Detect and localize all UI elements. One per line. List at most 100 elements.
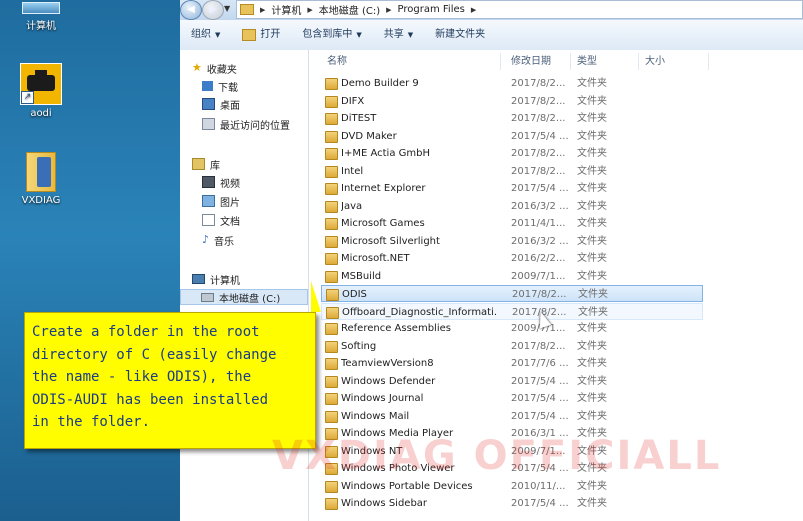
nav-downloads[interactable]: 下载: [202, 78, 238, 94]
recent-places-icon: [202, 118, 215, 130]
column-header-name[interactable]: 名称: [321, 53, 501, 70]
file-date: 2017/8/2...: [511, 165, 566, 177]
file-row[interactable]: Internet Explorer 2017/5/4 ... 文件夹: [321, 180, 703, 197]
picture-icon: [202, 195, 215, 207]
file-date: 2017/5/4 ...: [511, 183, 569, 194]
include-in-library-button[interactable]: 包含到库中 ▼: [291, 23, 372, 47]
folder-icon: [325, 130, 338, 143]
folder-icon: [326, 289, 339, 301]
file-row[interactable]: DVD Maker 2017/5/4 ... 文件夹: [321, 128, 703, 145]
file-row[interactable]: Offboard_Diagnostic_Informati... 2017/8/2…: [321, 302, 703, 320]
file-name: Internet Explorer: [341, 183, 426, 194]
file-row[interactable]: Windows Portable Devices 2010/11/... 文件夹: [321, 478, 703, 495]
desktop-icon-vxdiag[interactable]: VXDIAG: [6, 152, 76, 206]
nav-label: 桌面: [220, 100, 240, 112]
file-row[interactable]: I+ME Actia GmbH 2017/8/2... 文件夹: [321, 145, 703, 162]
desktop-icon-label: 计算机: [26, 21, 56, 32]
desktop-icon-aodi[interactable]: ↗ aodi: [6, 63, 76, 119]
file-row[interactable]: Microsoft Silverlight 2016/3/2 ... 文件夹: [321, 233, 703, 250]
chevron-right-icon[interactable]: ▶: [260, 6, 265, 14]
file-name: Java: [341, 200, 363, 212]
file-row[interactable]: MSBuild 2009/7/1... 文件夹: [321, 268, 703, 285]
file-row[interactable]: Reference Assemblies 2009/7/1... 文件夹: [321, 320, 703, 337]
nav-recent-places[interactable]: 最近访问的位置: [202, 116, 290, 132]
file-row[interactable]: DIFX 2017/8/2... 文件夹: [321, 93, 703, 110]
file-name: Demo Builder 9: [341, 78, 419, 89]
file-name: Windows Defender: [341, 375, 436, 387]
file-row[interactable]: Softing 2017/8/2... 文件夹: [321, 338, 703, 355]
organize-label: 组织: [191, 29, 211, 40]
shortcut-arrow-icon: ↗: [21, 91, 34, 104]
desktop-icon-computer[interactable]: 计算机: [6, 2, 76, 32]
open-button[interactable]: 打开: [231, 23, 291, 47]
nav-local-disk-c[interactable]: 本地磁盘 (C:): [180, 289, 308, 305]
file-type: 文件夹: [577, 200, 607, 212]
nav-label: 收藏夹: [206, 64, 237, 76]
forward-button[interactable]: ▶: [202, 0, 224, 20]
folder-icon: [325, 323, 338, 335]
file-row[interactable]: DiTEST 2017/8/2... 文件夹: [321, 110, 703, 127]
breadcrumb-local-disk[interactable]: 本地磁盘 (C:): [319, 2, 380, 17]
file-row[interactable]: Intel 2017/8/2... 文件夹: [321, 163, 703, 180]
file-row[interactable]: Windows Sidebar 2017/5/4 ... 文件夹: [321, 495, 703, 512]
nav-label: 最近访问的位置: [220, 120, 290, 132]
column-header-type[interactable]: 类型: [571, 53, 639, 70]
file-name: TeamviewVersion8: [341, 358, 434, 369]
folder-icon: [325, 480, 338, 493]
file-row[interactable]: Windows Mail 2017/5/4 ... 文件夹: [321, 408, 703, 425]
nav-label: 库: [210, 160, 220, 172]
nav-label: 下载: [218, 82, 238, 94]
nav-computer[interactable]: 计算机: [192, 271, 240, 287]
file-type: 文件夹: [577, 235, 607, 247]
file-row[interactable]: Windows Defender 2017/5/4 ... 文件夹: [321, 373, 703, 390]
column-header-date[interactable]: 修改日期: [505, 53, 571, 70]
file-date: 2017/8/2...: [511, 340, 566, 352]
chevron-right-icon[interactable]: ▶: [307, 6, 312, 14]
file-row[interactable]: TeamviewVersion8 2017/7/6 ... 文件夹: [321, 355, 703, 372]
file-type: 文件夹: [577, 410, 607, 422]
file-row[interactable]: Microsoft Games 2011/4/1... 文件夹: [321, 215, 703, 232]
recent-pages-dropdown[interactable]: ▼: [224, 4, 230, 13]
music-icon: ♪: [202, 233, 210, 246]
breadcrumb-program-files[interactable]: Program Files: [398, 4, 465, 15]
share-button[interactable]: 共享 ▼: [373, 23, 424, 47]
chevron-right-icon[interactable]: ▶: [386, 6, 391, 14]
chevron-right-icon[interactable]: ▶: [471, 6, 476, 14]
nav-label: 文档: [220, 216, 240, 228]
computer-icon: [22, 2, 60, 14]
file-row[interactable]: Demo Builder 9 2017/8/2... 文件夹: [321, 75, 703, 92]
new-folder-button[interactable]: 新建文件夹: [424, 23, 496, 47]
file-name: Windows Mail: [341, 410, 410, 422]
video-icon: [202, 176, 215, 188]
file-row[interactable]: Windows Journal 2017/5/4 ... 文件夹: [321, 390, 703, 407]
breadcrumb-computer[interactable]: 计算机: [271, 2, 301, 17]
column-header-size[interactable]: 大小: [639, 53, 709, 70]
nav-desktop[interactable]: 桌面: [202, 96, 240, 112]
file-row[interactable]: Microsoft.NET 2016/2/2... 文件夹: [321, 250, 703, 267]
file-date: 2017/8/2...: [511, 78, 566, 89]
engine-check-icon: ↗: [20, 63, 62, 105]
file-name: Intel: [341, 165, 364, 177]
file-date: 2017/5/4 ...: [511, 410, 569, 422]
back-button[interactable]: ◀: [180, 0, 202, 20]
organize-button[interactable]: 组织 ▼: [180, 23, 231, 47]
nav-music[interactable]: ♪ 音乐: [202, 232, 234, 248]
nav-pictures[interactable]: 图片: [202, 193, 240, 209]
nav-libraries[interactable]: 库: [192, 156, 220, 172]
folder-icon: [240, 4, 254, 15]
file-type: 文件夹: [577, 148, 607, 159]
nav-label: 视频: [220, 178, 240, 190]
new-folder-label: 新建文件夹: [435, 29, 486, 40]
nav-favorites[interactable]: ★ 收藏夹: [192, 60, 237, 76]
file-type: 文件夹: [577, 253, 607, 264]
open-folder-icon: [242, 29, 257, 41]
file-row[interactable]: ODIS 2017/8/2... 文件夹: [321, 285, 703, 302]
file-name: Reference Assemblies: [341, 323, 451, 334]
file-name: DVD Maker: [341, 130, 397, 142]
file-row[interactable]: Java 2016/3/2 ... 文件夹: [321, 198, 703, 215]
address-input[interactable]: ▶ 计算机 ▶ 本地磁盘 (C:) ▶ Program Files ▶: [236, 0, 803, 19]
file-date: 2011/4/1...: [511, 218, 566, 229]
nav-documents[interactable]: 文档: [202, 212, 240, 228]
file-date: 2017/5/4 ...: [511, 498, 569, 509]
nav-videos[interactable]: 视频: [202, 174, 240, 190]
